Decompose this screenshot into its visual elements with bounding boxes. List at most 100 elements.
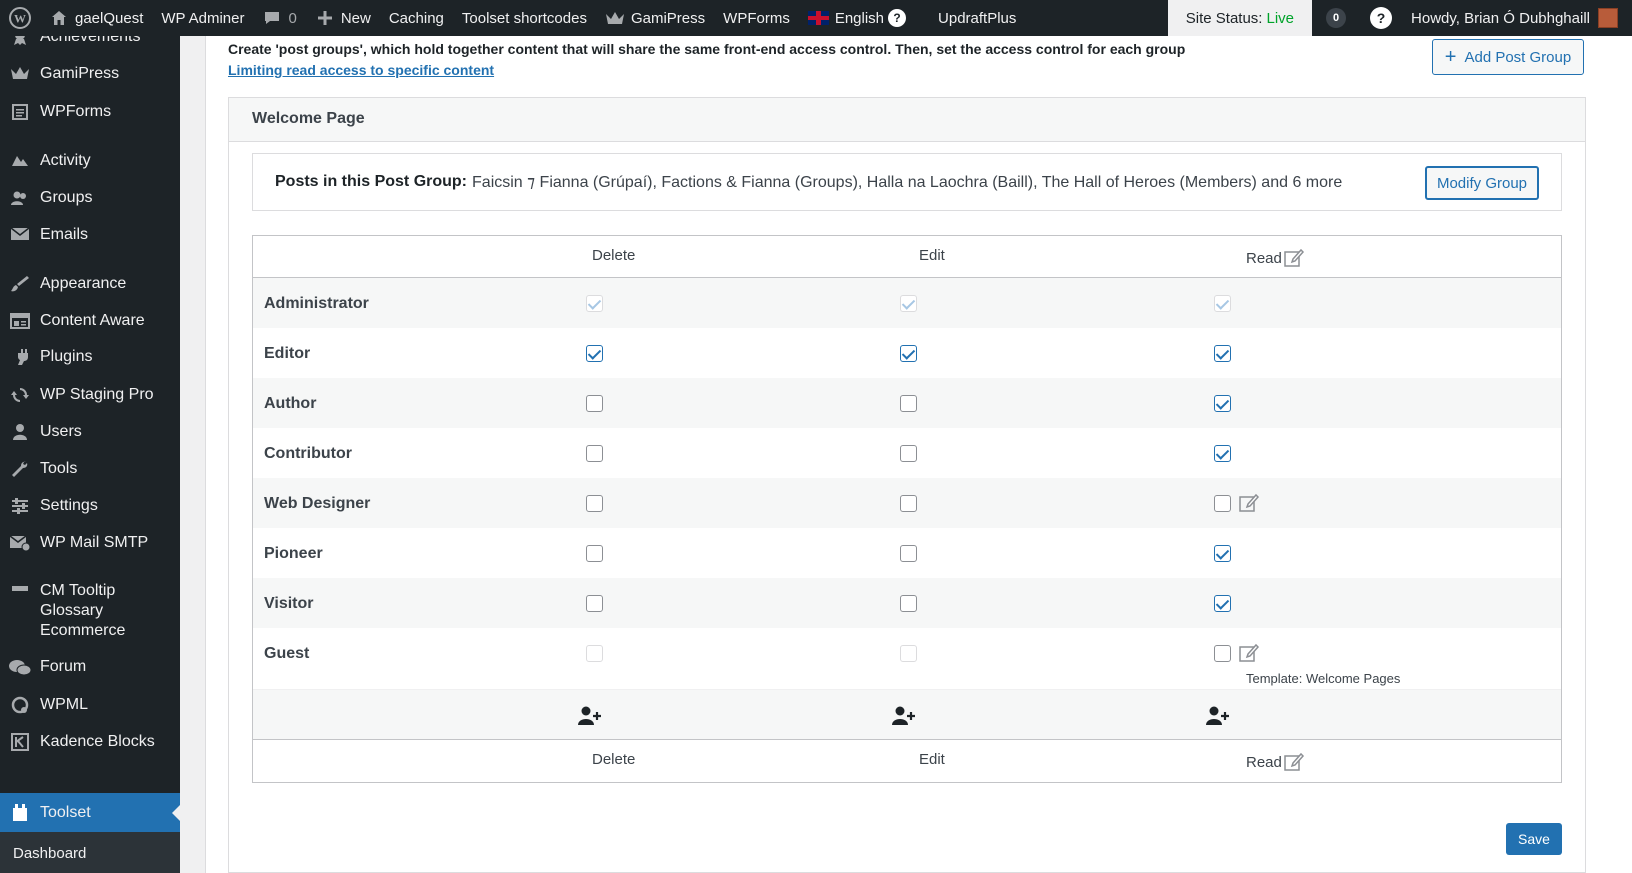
add-post-group-button[interactable]: + Add Post Group [1432, 39, 1584, 75]
sidebar-item-achievements[interactable]: Achievements [0, 36, 180, 47]
site-name-menu[interactable]: gaelQuest [40, 0, 152, 36]
post-group-title: Welcome Page [229, 98, 1585, 142]
wpforms-menu[interactable]: WPForms [714, 0, 799, 36]
caching-menu[interactable]: Caching [380, 0, 453, 36]
site-name: gaelQuest [75, 9, 144, 27]
updraftplus-menu[interactable]: UpdraftPlus [929, 0, 1025, 36]
role-name: Web Designer [264, 495, 371, 512]
achievements-icon [0, 36, 40, 46]
limiting-read-access-link[interactable]: Limiting read access to specific content [228, 62, 494, 78]
tooltip-icon [0, 581, 40, 600]
delete-checkbox[interactable] [586, 595, 603, 612]
kadence-icon [0, 732, 40, 751]
sync-icon [0, 385, 40, 404]
sidebar-item-cm-tooltip[interactable]: CM Tooltip Glossary Ecommerce [0, 581, 180, 641]
add-user-icon[interactable] [578, 706, 602, 726]
read-checkbox[interactable] [1214, 595, 1231, 612]
add-post-group-label: Add Post Group [1464, 48, 1572, 66]
edit-checkbox[interactable] [900, 595, 917, 612]
add-user-icon[interactable] [1206, 706, 1230, 726]
read-checkbox [1214, 295, 1231, 312]
edit-checkbox[interactable] [900, 545, 917, 562]
sidebar-item-wp-mail-smtp[interactable]: WP Mail SMTP [0, 533, 180, 553]
sidebar-item-plugins[interactable]: Plugins [0, 347, 180, 367]
intro-text: Create 'post groups', which hold togethe… [228, 41, 1186, 57]
sidebar-item-users[interactable]: Users [0, 422, 180, 442]
my-account-menu[interactable]: Howdy, Brian Ó Dubhghaill [1402, 0, 1632, 36]
read-checkbox[interactable] [1214, 545, 1231, 562]
help-menu[interactable]: ? [1360, 0, 1402, 36]
toolset-icon [0, 802, 40, 823]
toolset-shortcodes-menu[interactable]: Toolset shortcodes [453, 0, 596, 36]
new-content-menu[interactable]: New [306, 0, 380, 36]
wp-adminer-link[interactable]: WP Adminer [152, 0, 253, 36]
read-checkbox[interactable] [1214, 645, 1231, 662]
delete-checkbox[interactable] [586, 395, 603, 412]
sidebar-item-appearance[interactable]: Appearance [0, 274, 180, 294]
read-checkbox[interactable] [1214, 395, 1231, 412]
sidebar-item-gamipress[interactable]: GamiPress [0, 64, 180, 84]
layout-icon [0, 311, 40, 330]
comments-menu[interactable]: 0 [253, 0, 305, 36]
read-checkbox[interactable] [1214, 445, 1231, 462]
read-checkbox[interactable] [1214, 345, 1231, 362]
sidebar-item-wpforms[interactable]: WPForms [0, 102, 180, 122]
sidebar-item-settings[interactable]: Settings [0, 496, 180, 516]
sidebar-item-forum[interactable]: Forum [0, 657, 180, 678]
edit-checkbox[interactable] [900, 345, 917, 362]
delete-checkbox[interactable] [586, 495, 603, 512]
table-footer-row: Delete Edit Read [253, 739, 1561, 782]
sidebar-item-content-aware[interactable]: Content Aware [0, 311, 180, 331]
uk-flag-icon [807, 11, 829, 25]
table-row: Pioneer [253, 528, 1561, 578]
wordpress-logo-menu[interactable]: W [0, 0, 40, 36]
column-footer-edit: Edit [919, 751, 945, 768]
sidebar-item-emails[interactable]: Emails [0, 225, 180, 245]
column-footer-read: Read [1246, 751, 1305, 773]
sidebar-item-toolset[interactable]: Toolset [0, 793, 180, 832]
sidebar-item-kadence-blocks[interactable]: Kadence Blocks [0, 732, 180, 752]
column-header-edit: Edit [919, 247, 945, 264]
edit-checkbox[interactable] [900, 495, 917, 512]
mail-smtp-icon [0, 533, 40, 552]
site-status[interactable]: Site Status: Live [1167, 0, 1313, 36]
notifications-menu[interactable]: 0 [1312, 0, 1360, 36]
add-user-icon[interactable] [892, 706, 916, 726]
notifications-badge: 0 [1326, 8, 1347, 28]
column-footer-delete: Delete [592, 751, 636, 768]
sidebar-item-tools[interactable]: Tools [0, 459, 180, 479]
toolset-submenu: Dashboard [0, 832, 180, 873]
edit-checkbox[interactable] [900, 445, 917, 462]
sidebar-item-activity[interactable]: Activity [0, 151, 180, 171]
edit-icon[interactable] [1283, 751, 1305, 773]
crown-icon [605, 8, 625, 28]
table-row: Editor [253, 328, 1561, 378]
column-header-read-label: Read [1246, 249, 1282, 267]
forum-icon [0, 657, 40, 678]
read-checkbox[interactable] [1214, 495, 1231, 512]
sidebar-item-wpml[interactable]: WPML [0, 695, 180, 715]
sidebar-item-groups[interactable]: Groups [0, 188, 180, 208]
svg-text:W: W [14, 12, 26, 26]
language-switcher[interactable]: English ? [799, 0, 915, 36]
posts-label: Posts in this Post Group: [275, 173, 468, 190]
delete-checkbox[interactable] [586, 345, 603, 362]
edit-icon[interactable] [1238, 642, 1260, 664]
save-button[interactable]: Save [1506, 823, 1562, 855]
submenu-item-dashboard[interactable]: Dashboard [13, 845, 86, 862]
edit-icon[interactable] [1238, 492, 1260, 514]
delete-checkbox[interactable] [586, 545, 603, 562]
edit-checkbox[interactable] [900, 395, 917, 412]
edit-checkbox [900, 645, 917, 662]
column-header-delete: Delete [592, 247, 636, 264]
site-status-value: Live [1266, 9, 1295, 27]
role-name: Author [264, 395, 317, 412]
delete-checkbox[interactable] [586, 445, 603, 462]
settings-icon [0, 496, 40, 515]
crown-icon [0, 64, 40, 81]
edit-icon[interactable] [1283, 247, 1305, 269]
sidebar-item-wp-staging-pro[interactable]: WP Staging Pro [0, 385, 180, 405]
modify-group-button[interactable]: Modify Group [1425, 166, 1539, 200]
wordpress-logo-icon: W [9, 7, 31, 29]
gamipress-menu[interactable]: GamiPress [596, 0, 714, 36]
